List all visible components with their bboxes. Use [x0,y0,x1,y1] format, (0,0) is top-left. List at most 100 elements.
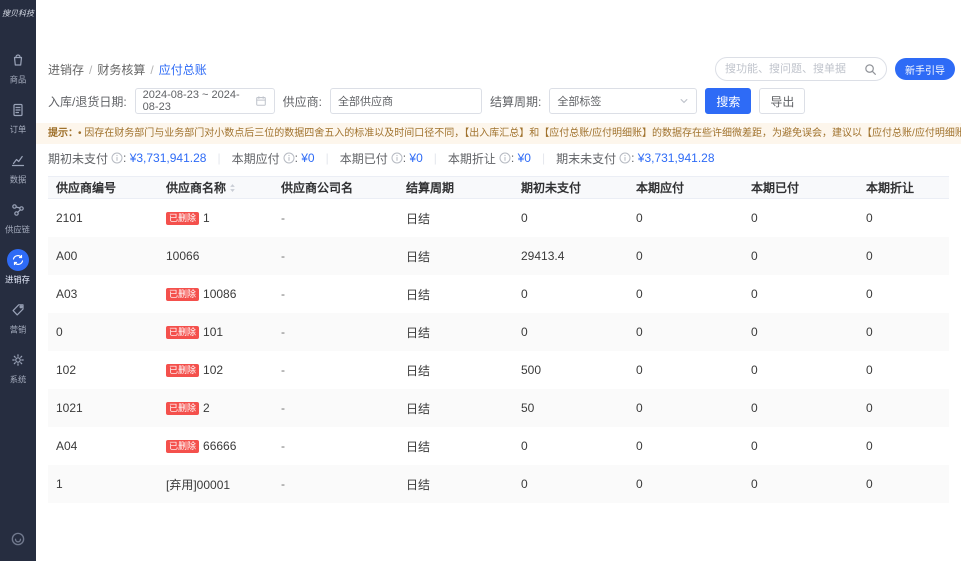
summary-item-closing-unpaid: 期末未支付 ¥3,731,941.28 [556,150,714,167]
sort-icon[interactable] [229,183,236,193]
summary-item-period-payable: 本期应付 ¥0 [232,150,340,167]
header-supplier-name[interactable]: 供应商名称 [158,177,273,198]
cell-supplier-name: 已删除 1 [158,199,273,237]
deleted-badge: 已删除 [166,326,199,339]
cell-company-name: - [273,389,398,427]
sidebar-item-system[interactable]: 系统 [7,349,29,386]
cell-period-paid: 0 [743,389,858,427]
deleted-badge: 已删除 [166,364,199,377]
cell-supplier-code: 102 [48,351,158,389]
info-icon[interactable] [283,152,295,164]
summary-value: ¥0 [295,151,315,165]
cell-period-payable: 0 [628,313,743,351]
cell-supplier-name: 已删除66666 [158,427,273,465]
cell-company-name: - [273,427,398,465]
cell-opening-unpaid: 29413.4 [513,237,628,275]
cell-period-paid: 0 [743,427,858,465]
sidebar-item-marketing[interactable]: 营销 [7,299,29,336]
cell-period-discount: 0 [858,199,949,237]
header-period-discount: 本期折让 [858,177,949,198]
cell-supplier-code: 0 [48,313,158,351]
cell-period-discount: 0 [858,275,949,313]
supplier-name-text: 102 [203,363,223,377]
main-content: 进销存 财务核算 应付总账 新手引导 入库/退货日期: 2024-08-23 ~… [36,0,961,561]
info-icon[interactable] [111,152,123,164]
summary-value: ¥3,731,941.28 [631,151,714,165]
sidebar-item-orders[interactable]: 订单 [7,99,29,136]
app-window: 搜贝科技 商品 订单 数据 供应链 进销存 营销 系统 [0,0,961,561]
guide-button[interactable]: 新手引导 [895,58,955,80]
supplier-name-text: 2 [203,401,210,415]
supplier-name-text: 10086 [203,287,236,301]
header-cycle: 结算周期 [398,177,513,198]
breadcrumb-item-inventory[interactable]: 进销存 [48,61,97,78]
cell-supplier-code: 1 [48,465,158,503]
hint-bar: 提示：• 因存在财务部门与业务部门对小数点后三位的数据四舍五入的标准以及时间口径… [36,123,961,144]
payables-table: 供应商编号 供应商名称 供应商公司名 结算周期 期初未支付 本期应付 本期已付 … [48,176,949,503]
sidebar-item-label: 系统 [10,374,27,386]
cell-supplier-name: 已删除2 [158,389,273,427]
cell-period-paid: 0 [743,465,858,503]
cell-period-payable: 0 [628,199,743,237]
deleted-badge: 已删除 [166,288,199,301]
info-icon[interactable] [619,152,631,164]
sidebar-item-label: 供应链 [6,224,31,236]
date-range-input[interactable]: 2024-08-23 ~ 2024-08-23 [135,88,275,114]
summary-value: ¥3,731,941.28 [123,151,206,165]
search-button[interactable]: 搜索 [705,88,751,114]
cell-opening-unpaid: 50 [513,389,628,427]
cell-company-name: - [273,275,398,313]
gear-icon [7,349,29,371]
breadcrumb-item-payables: 应付总账 [159,61,207,78]
sidebar-item-inventory[interactable]: 进销存 [4,249,31,286]
order-icon [7,99,29,121]
table-row: 1021 已删除2 - 日结 50 0 0 0 [48,389,949,427]
cell-period-payable: 0 [628,351,743,389]
cell-company-name: - [273,351,398,389]
table-row: 102 已删除102 - 日结 500 0 0 0 [48,351,949,389]
sidebar-item-goods[interactable]: 商品 [7,49,29,86]
breadcrumb-item-finance[interactable]: 财务核算 [97,61,158,78]
sidebar-item-label: 订单 [10,124,27,136]
cell-period-discount: 0 [858,465,949,503]
cell-supplier-name: [弃用]00001 [158,465,273,503]
cycle-value: 全部标签 [557,93,601,109]
deleted-badge: 已删除 [166,440,199,453]
cell-cycle: 日结 [398,465,513,503]
tag-icon [7,299,29,321]
table-row: A04 已删除66666 - 日结 0 0 0 0 [48,427,949,465]
cell-company-name: - [273,237,398,275]
sidebar-item-data[interactable]: 数据 [7,149,29,186]
cell-company-name: - [273,313,398,351]
cell-period-discount: 0 [858,427,949,465]
search-icon[interactable] [864,63,877,76]
supplier-label: 供应商: [283,93,322,110]
chevron-down-icon [679,96,689,106]
cycle-select[interactable]: 全部标签 [549,88,697,114]
summary-label: 本期已付 [340,150,388,167]
table-body: 2101 已删除1 - 日结 0 0 0 0 A00 10066 - 日结 29… [48,199,949,503]
global-search-box[interactable] [715,57,887,81]
cell-period-payable: 0 [628,237,743,275]
deleted-badge: 已删除 [166,212,199,225]
logo: 搜贝科技 [2,8,34,19]
cell-period-paid: 0 [743,199,858,237]
cell-supplier-code: 1021 [48,389,158,427]
table-row: 2101 已删除1 - 日结 0 0 0 0 [48,199,949,237]
cell-supplier-code: 2101 [48,199,158,237]
cell-supplier-name: 10066 [158,237,273,275]
search-input[interactable] [725,63,864,75]
table-row: 0 已删除101 - 日结 0 0 0 0 [48,313,949,351]
chart-icon [7,149,29,171]
supplier-input[interactable]: 全部供应商 [330,88,482,114]
info-icon[interactable] [499,152,511,164]
summary-label: 期初未支付 [48,150,108,167]
cell-opening-unpaid: 500 [513,351,628,389]
info-icon[interactable] [391,152,403,164]
supplier-name-text: 1 [203,211,210,225]
cell-supplier-name: 已删除 10086 [158,275,273,313]
export-button[interactable]: 导出 [759,88,805,114]
support-icon[interactable] [9,530,27,553]
cell-period-discount: 0 [858,389,949,427]
sidebar-item-supply-chain[interactable]: 供应链 [4,199,31,236]
